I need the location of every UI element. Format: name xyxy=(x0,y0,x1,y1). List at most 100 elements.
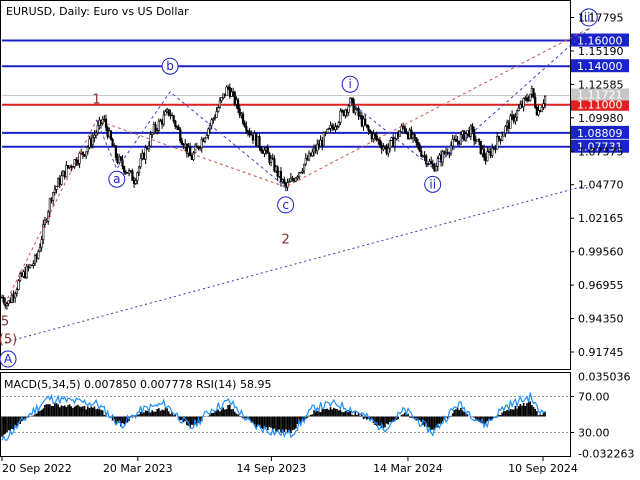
candle-body xyxy=(459,134,463,145)
candle-body xyxy=(245,126,248,132)
candle-body xyxy=(331,125,334,128)
candle-body xyxy=(354,109,357,114)
candle-body xyxy=(205,135,208,139)
candle-body xyxy=(471,125,474,131)
candle-body xyxy=(413,134,416,138)
candle-body xyxy=(243,122,246,127)
candle-body xyxy=(473,129,476,141)
candle-body xyxy=(236,99,240,110)
candle-body xyxy=(119,156,122,160)
candle-body xyxy=(347,105,350,113)
candle-body xyxy=(286,182,289,188)
wave-label: A xyxy=(4,352,13,366)
candle-body xyxy=(497,136,500,140)
candle-body xyxy=(149,134,152,147)
time-tick-label: 20 Mar 2023 xyxy=(103,462,173,475)
candle-body xyxy=(94,132,98,136)
candle-body xyxy=(515,110,519,118)
wave-label: b xyxy=(166,59,174,73)
candle-body xyxy=(164,111,167,116)
candle-body xyxy=(109,130,113,140)
candle-body xyxy=(111,139,114,147)
candle-body xyxy=(217,107,220,112)
wave-label: ii xyxy=(429,177,436,191)
candle-body xyxy=(174,120,177,127)
candle-body xyxy=(294,177,297,182)
candle-body xyxy=(177,126,180,130)
wave-label: 1 xyxy=(92,92,100,107)
price-tick-label: 1.02165 xyxy=(578,212,624,225)
price-tick-label: 1.07375 xyxy=(578,145,624,158)
time-tick-label: 20 Sep 2022 xyxy=(2,462,72,475)
candle-body xyxy=(283,179,286,184)
candle-body xyxy=(431,163,434,167)
candle-body xyxy=(501,135,504,141)
price-tick-label: 0.99560 xyxy=(578,246,624,259)
candle-body xyxy=(208,125,212,130)
candle-body xyxy=(52,192,55,201)
wave-label: 2 xyxy=(281,232,289,247)
candle-body xyxy=(491,147,494,156)
candle-body xyxy=(418,144,421,152)
price-tick-label: 1.04770 xyxy=(578,179,624,192)
candle-body xyxy=(40,239,43,248)
candle-body xyxy=(544,95,547,104)
level-price-label: 1.14000 xyxy=(577,60,623,73)
candle-body xyxy=(25,266,28,278)
candle-body xyxy=(180,140,184,145)
candle-body xyxy=(241,113,245,124)
candle-body xyxy=(136,172,139,181)
candle-body xyxy=(85,151,88,157)
candle-body xyxy=(48,198,51,213)
candle-body xyxy=(2,297,5,303)
candle-body xyxy=(215,111,218,118)
candle-body xyxy=(104,118,108,128)
wave-label: a xyxy=(113,172,120,186)
wave-label: c xyxy=(282,198,289,212)
candle-body xyxy=(14,293,17,299)
candle-body xyxy=(179,129,182,142)
price-chart[interactable]: 1.160001.140001.110001.088091.077311.117… xyxy=(0,0,640,480)
candle-body xyxy=(147,145,151,150)
candle-body xyxy=(378,140,382,146)
macd-tick-label: 0.035036 xyxy=(578,370,631,383)
price-tick-label: 1.09980 xyxy=(578,112,624,125)
candle-body xyxy=(17,280,20,290)
candle-body xyxy=(203,137,207,142)
candle-body xyxy=(207,128,210,136)
candle-body xyxy=(509,115,512,129)
candle-body xyxy=(189,147,192,157)
candle-body xyxy=(78,152,81,164)
price-tick-label: 0.91745 xyxy=(578,346,624,359)
candle-body xyxy=(357,108,360,117)
wave-label: i xyxy=(348,77,351,91)
macd-tick-label: -0.032263 xyxy=(578,448,634,461)
candle-body xyxy=(162,114,165,125)
candle-body xyxy=(326,128,329,134)
candle-body xyxy=(167,109,170,116)
candle-body xyxy=(322,132,325,146)
wave-label: (5) xyxy=(0,332,17,347)
indicator-title: MACD(5,34,5) 0.007850 0.007778 RSI(14) 5… xyxy=(4,378,271,391)
time-tick-label: 14 Mar 2024 xyxy=(373,462,443,475)
candle-body xyxy=(517,107,520,112)
candle-body xyxy=(86,146,89,152)
candle-body xyxy=(436,158,439,167)
candle-body xyxy=(38,246,42,253)
candle-body xyxy=(514,117,517,122)
candle-body xyxy=(540,106,543,113)
candle-body xyxy=(210,119,213,126)
candle-body xyxy=(542,103,545,108)
wave-label: 5 xyxy=(1,314,9,329)
candle-body xyxy=(302,163,306,172)
candle-body xyxy=(430,161,433,165)
candle-body xyxy=(157,120,160,131)
candle-body xyxy=(144,147,147,160)
candle-body xyxy=(388,140,392,149)
candle-body xyxy=(53,189,56,193)
candle-body xyxy=(339,110,342,123)
indicator-axis: 70.00 30.00 0.035036 -0.032263 xyxy=(570,370,634,461)
candle-body xyxy=(522,98,525,108)
candle-body xyxy=(96,125,99,134)
candle-body xyxy=(15,289,18,294)
